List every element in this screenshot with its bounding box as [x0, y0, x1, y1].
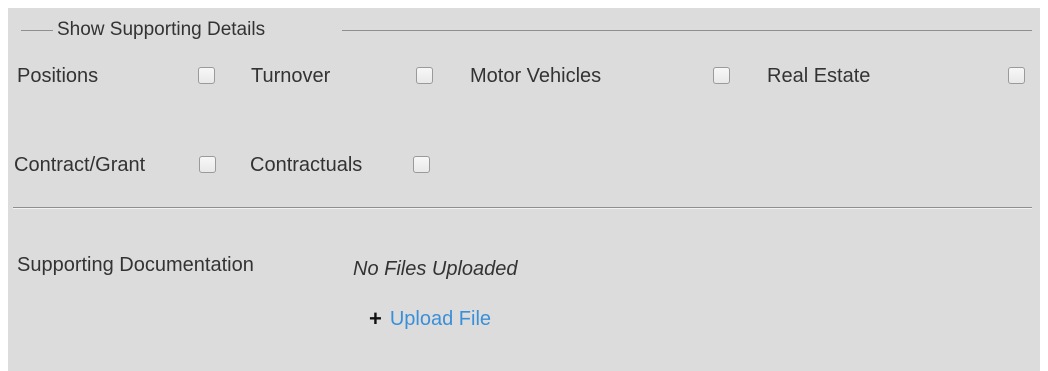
contract-grant-label: Contract/Grant: [14, 154, 146, 176]
upload-file-label: Upload File: [389, 308, 492, 330]
positions-label: Positions: [17, 65, 99, 87]
supporting-documentation-label: Supporting Documentation: [17, 254, 254, 276]
turnover-checkbox[interactable]: [416, 67, 433, 84]
plus-icon: +: [369, 306, 382, 331]
contractuals-label: Contractuals: [250, 154, 363, 176]
motor-vehicles-checkbox[interactable]: [713, 67, 730, 84]
group-border-left: [21, 30, 53, 31]
group-legend: Show Supporting Details: [57, 19, 266, 40]
group-border-right: [342, 30, 1032, 31]
supporting-details-panel: Show Supporting Details Positions Turnov…: [8, 8, 1040, 371]
files-status: No Files Uploaded: [353, 258, 518, 280]
turnover-label: Turnover: [251, 65, 331, 87]
real-estate-checkbox[interactable]: [1008, 67, 1025, 84]
real-estate-label: Real Estate: [767, 65, 871, 87]
section-divider: [13, 207, 1032, 208]
motor-vehicles-label: Motor Vehicles: [470, 65, 602, 87]
contractuals-checkbox[interactable]: [413, 156, 430, 173]
positions-checkbox[interactable]: [198, 67, 215, 84]
upload-file-link[interactable]: + Upload File: [369, 305, 491, 333]
contract-grant-checkbox[interactable]: [199, 156, 216, 173]
